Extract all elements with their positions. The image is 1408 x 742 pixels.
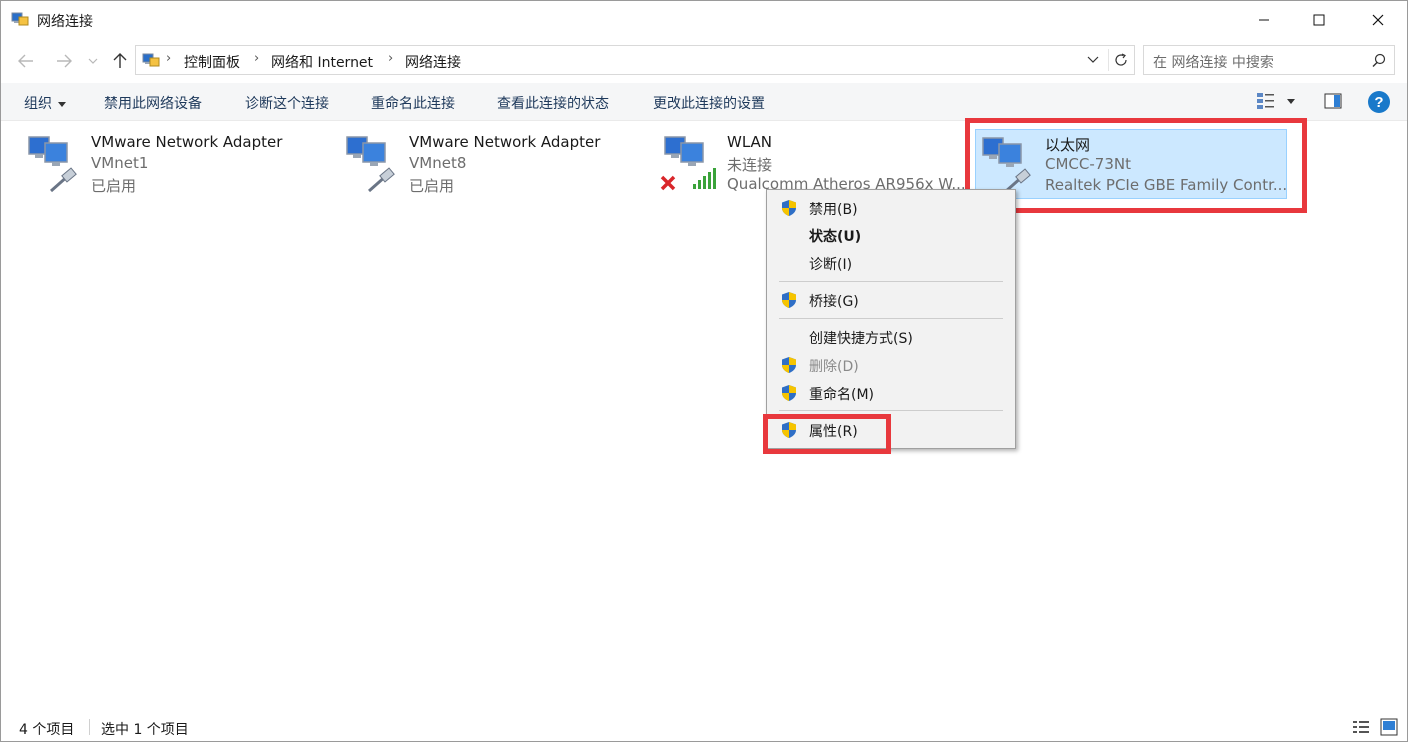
item-count: 4 个项目 <box>19 722 75 738</box>
menu-item-properties[interactable]: 属性(R) <box>767 417 1015 443</box>
preview-pane-icon[interactable] <box>1324 93 1342 109</box>
uac-shield-icon <box>782 357 796 373</box>
connection-item-ethernet[interactable]: 以太网 CMCC-73Nt Realtek PCIe GBE Family Co… <box>975 129 1287 199</box>
refresh-icon <box>1114 53 1127 66</box>
connection-network: CMCC-73Nt <box>1045 155 1131 173</box>
rename-connection-button[interactable]: 重命名此连接 <box>371 93 455 113</box>
breadcrumb-control-panel[interactable]: 控制面板 <box>184 52 240 72</box>
uac-shield-icon <box>782 385 796 401</box>
minimize-icon <box>1259 19 1269 21</box>
menu-separator <box>779 410 1003 411</box>
menu-separator <box>779 318 1003 319</box>
menu-item-label: 桥接(G) <box>809 294 859 310</box>
up-arrow-icon <box>113 53 127 68</box>
chevron-down-icon <box>88 58 98 64</box>
forward-arrow-icon <box>57 54 72 68</box>
large-icons-view-icon[interactable] <box>1380 718 1398 736</box>
search-icon <box>1372 53 1386 67</box>
menu-item-bridge[interactable]: 桥接(G) <box>767 287 1015 313</box>
context-menu: 禁用(B) 状态(U) 诊断(I) 桥接(G) 创建快捷方式(S) 删除(D) … <box>766 189 1016 449</box>
organize-label: 组织 <box>24 96 52 112</box>
minimize-button[interactable] <box>1239 1 1289 39</box>
connection-network: VMnet8 <box>409 154 467 172</box>
maximize-icon <box>1313 14 1325 26</box>
organize-button[interactable]: 组织 <box>24 93 66 113</box>
up-button[interactable] <box>109 50 131 72</box>
connection-network: 未连接 <box>727 156 773 174</box>
uac-shield-icon <box>782 200 796 216</box>
command-bar: 组织 禁用此网络设备 诊断这个连接 重命名此连接 查看此连接的状态 更改此连接的… <box>1 83 1407 121</box>
view-options-caret-icon[interactable] <box>1287 99 1295 104</box>
breadcrumb-separator-icon: › <box>166 51 172 66</box>
menu-item-create-shortcut[interactable]: 创建快捷方式(S) <box>767 324 1015 350</box>
change-view-icon[interactable] <box>1256 92 1276 110</box>
menu-item-rename[interactable]: 重命名(M) <box>767 380 1015 406</box>
change-settings-button[interactable]: 更改此连接的设置 <box>653 93 765 113</box>
refresh-button[interactable] <box>1108 49 1132 71</box>
connection-adapter: Realtek PCIe GBE Family Contr... <box>1045 176 1288 194</box>
search-placeholder: 在 网络连接 中搜索 <box>1153 55 1274 71</box>
uac-shield-icon <box>782 422 796 438</box>
recent-locations-button[interactable] <box>85 50 101 72</box>
wired-network-icon <box>977 134 1033 194</box>
breadcrumb-network-connections[interactable]: 网络连接 <box>405 52 461 72</box>
diagnose-connection-button[interactable]: 诊断这个连接 <box>245 93 329 113</box>
menu-item-label: 诊断(I) <box>809 257 853 273</box>
disable-device-button[interactable]: 禁用此网络设备 <box>104 93 202 113</box>
navigation-row: › 控制面板 › 网络和 Internet › 网络连接 在 网络连接 中搜索 <box>1 41 1407 81</box>
wired-network-icon <box>23 133 79 193</box>
window-title: 网络连接 <box>37 14 93 30</box>
connection-name: WLAN <box>727 133 773 151</box>
connection-network: VMnet1 <box>91 154 149 172</box>
address-bar[interactable]: › 控制面板 › 网络和 Internet › 网络连接 <box>135 45 1135 75</box>
status-bar: 4 个项目 选中 1 个项目 <box>1 713 1407 741</box>
address-history-button[interactable] <box>1082 49 1104 71</box>
menu-item-label: 删除(D) <box>809 359 859 375</box>
title-bar[interactable]: 网络连接 <box>1 1 1407 39</box>
breadcrumb-separator-icon: › <box>254 51 260 66</box>
menu-item-label: 状态(U) <box>809 229 862 245</box>
view-status-button[interactable]: 查看此连接的状态 <box>497 93 609 113</box>
selection-count: 选中 1 个项目 <box>101 722 189 738</box>
menu-item-label: 属性(R) <box>809 424 858 440</box>
close-icon <box>1372 14 1384 26</box>
connection-item-vmnet8[interactable]: VMware Network Adapter VMnet8 已启用 <box>341 129 631 199</box>
forward-button[interactable] <box>53 50 75 72</box>
menu-item-label: 禁用(B) <box>809 202 858 218</box>
back-arrow-icon <box>18 54 33 68</box>
status-divider <box>89 719 90 735</box>
uac-shield-icon <box>782 292 796 308</box>
chevron-down-icon <box>1087 56 1099 63</box>
menu-item-label: 重命名(M) <box>809 387 875 403</box>
caret-down-icon <box>58 101 66 107</box>
connection-status: 已启用 <box>409 177 455 195</box>
wired-network-icon <box>341 133 397 193</box>
connection-name: VMware Network Adapter <box>91 133 283 151</box>
explorer-window: 网络连接 › 控制面板 › 网络和 Internet › 网络连接 在 网络连接… <box>0 0 1408 742</box>
wireless-network-icon <box>659 133 716 193</box>
close-button[interactable] <box>1353 1 1403 39</box>
help-icon[interactable]: ? <box>1368 91 1390 113</box>
back-button[interactable] <box>15 50 37 72</box>
network-connections-icon <box>11 11 29 27</box>
details-view-icon[interactable] <box>1352 719 1370 735</box>
menu-item-delete[interactable]: 删除(D) <box>767 352 1015 378</box>
search-input[interactable]: 在 网络连接 中搜索 <box>1143 45 1395 75</box>
network-connections-icon <box>142 52 160 68</box>
breadcrumb-separator-icon: › <box>388 51 394 66</box>
menu-item-diagnose[interactable]: 诊断(I) <box>767 250 1015 276</box>
connection-status: 已启用 <box>91 177 137 195</box>
menu-item-label: 创建快捷方式(S) <box>809 331 913 347</box>
menu-item-disable[interactable]: 禁用(B) <box>767 195 1015 221</box>
breadcrumb-network-internet[interactable]: 网络和 Internet <box>271 52 373 72</box>
menu-separator <box>779 281 1003 282</box>
maximize-button[interactable] <box>1294 1 1344 39</box>
connection-item-vmnet1[interactable]: VMware Network Adapter VMnet1 已启用 <box>23 129 313 199</box>
connection-name: VMware Network Adapter <box>409 133 601 151</box>
menu-item-status[interactable]: 状态(U) <box>767 222 1015 248</box>
connection-name: 以太网 <box>1045 136 1091 154</box>
